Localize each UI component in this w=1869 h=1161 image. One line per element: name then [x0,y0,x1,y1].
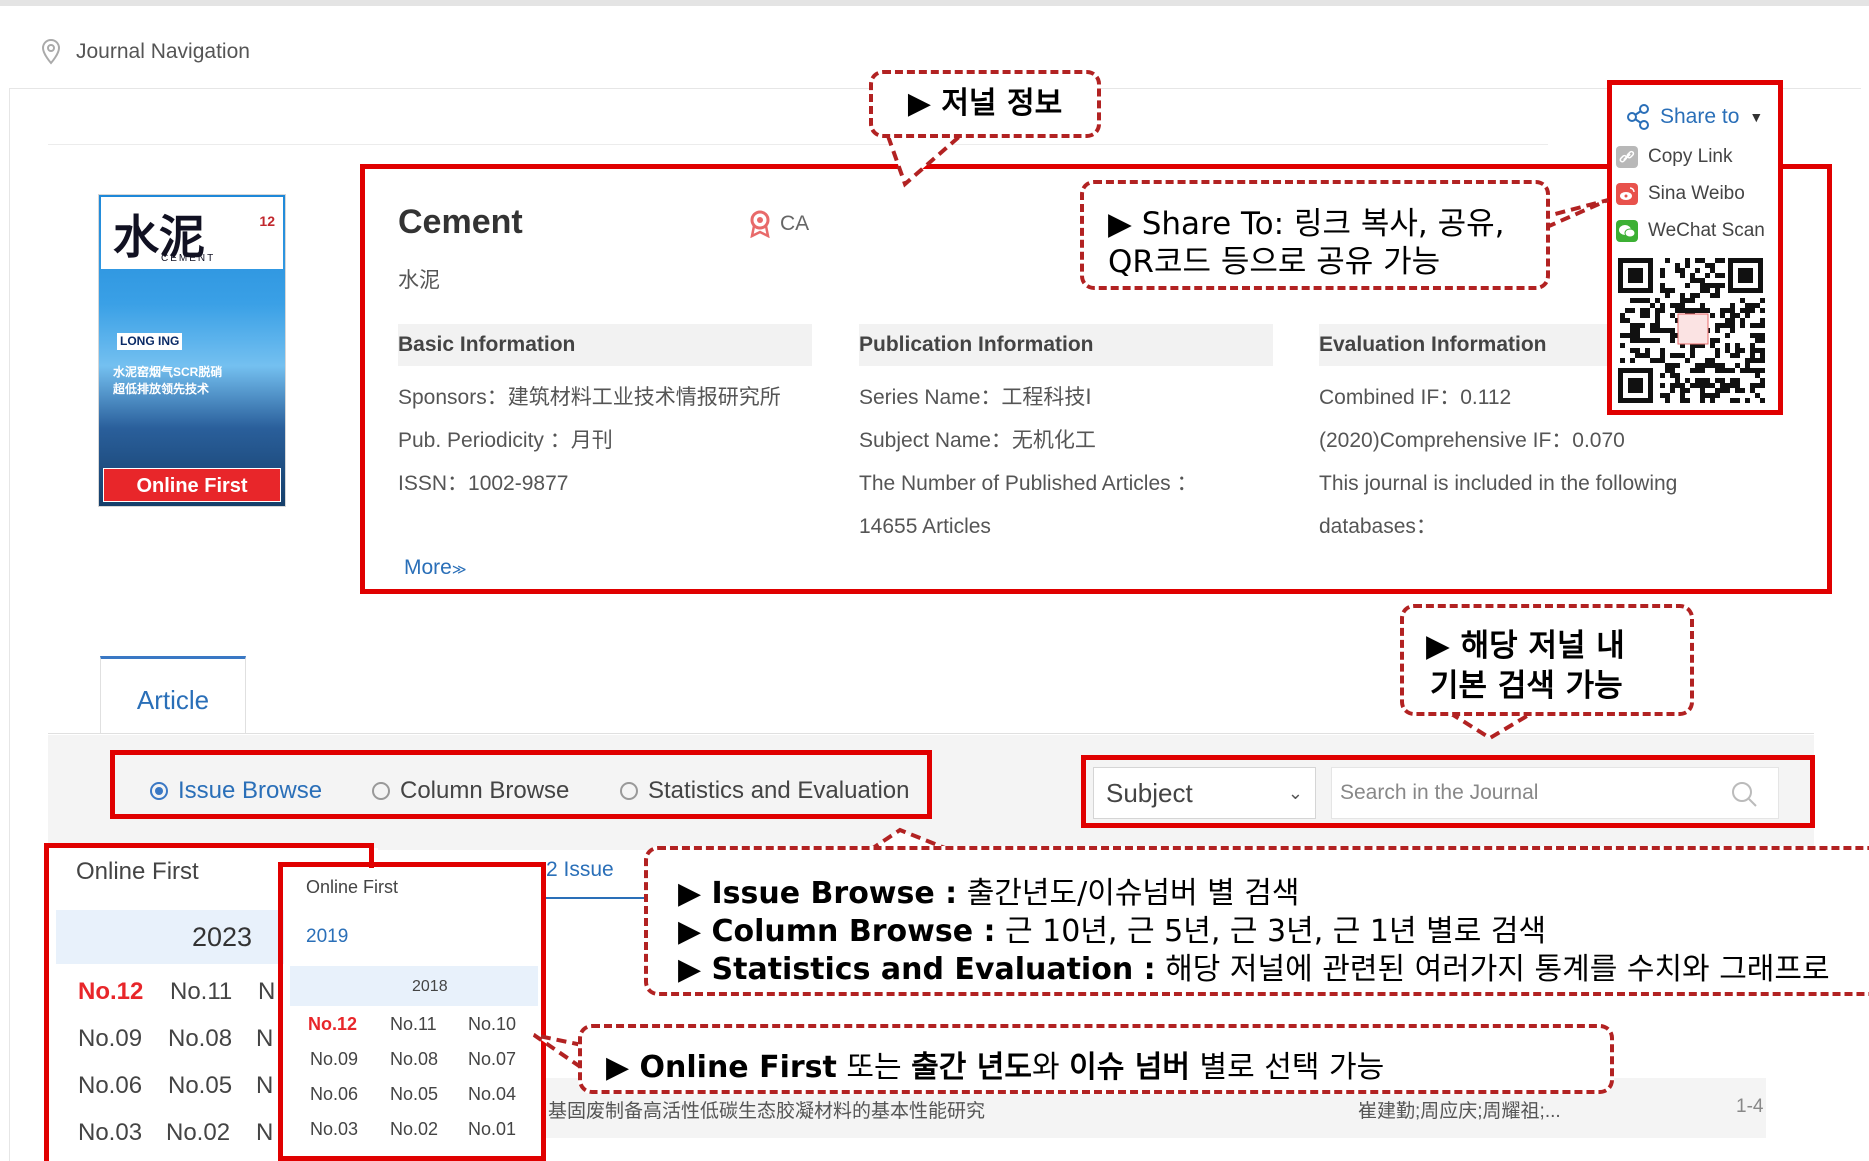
callout-browse-line3: ▶ Statistics and Evaluation : 해당 저널에 관련된… [678,944,1830,988]
callout-browse: ▶ Issue Browse : 출간년도/이슈넘버 별 검색 ▶ Column… [644,846,1869,996]
callout-online-first-part4: 와 [1032,1050,1070,1085]
callout-browse-line3-bold: ▶ Statistics and Evaluation : [678,952,1156,987]
connector-share [1539,198,1609,232]
callout-share: ▶ Share To: 링크 복사, 공유, QR코드 등으로 공유 가능 [1080,180,1550,290]
connector-journal-info [886,134,962,188]
callout-online-first: ▶ Online First 또는 출간 년도와 이슈 넘버 별로 선택 가능 [578,1024,1614,1094]
connector-search [1448,711,1534,741]
connector-online [532,1033,584,1070]
callout-search: ▶ 해당 저널 내 기본 검색 가능 [1400,604,1694,716]
callout-online-first-part1: ▶ Online First [606,1050,837,1085]
callout-browse-line3-rest: 해당 저널에 관련된 여러가지 통계를 수치와 그래프로 [1155,952,1830,987]
callout-journal-info: ▶ 저널 정보 [869,70,1101,138]
callout-online-first-part3: 출간 년도 [911,1050,1032,1085]
callout-online-first-part5: 이슈 넘버 [1069,1050,1190,1085]
callout-search-line1: ▶ 해당 저널 내 [1426,628,1625,664]
callout-online-first-part6: 별로 선택 가능 [1190,1050,1385,1085]
callout-online-first-text: ▶ Online First 또는 출간 년도와 이슈 넘버 별로 선택 가능 [606,1042,1384,1086]
callout-share-line2: QR코드 등으로 공유 가능 [1108,244,1441,280]
callout-journal-info-text: ▶ 저널 정보 [907,86,1063,121]
callout-search-line2: 기본 검색 가능 [1430,668,1623,704]
callout-online-first-part2: 또는 [836,1050,912,1085]
